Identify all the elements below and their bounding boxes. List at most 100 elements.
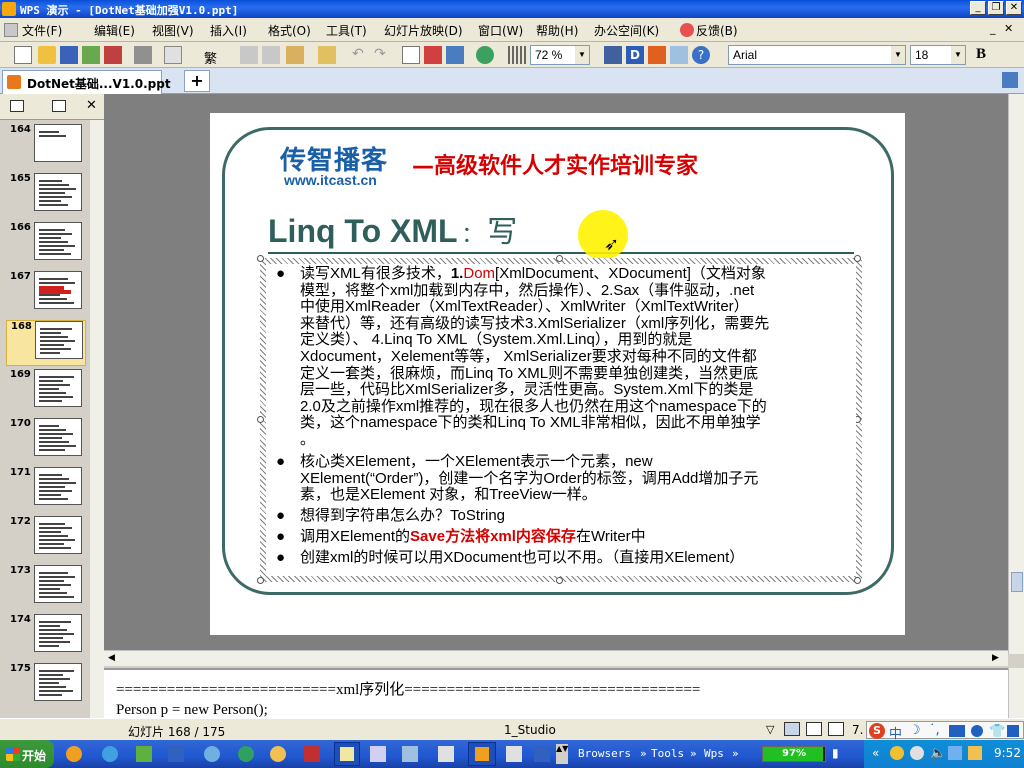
chevron-down-icon[interactable]: ▽ [766, 723, 774, 736]
taskbar-toolbar-wps[interactable]: Wps [704, 747, 724, 760]
slides-view-icon[interactable] [52, 100, 66, 112]
table-icon[interactable] [446, 46, 464, 64]
start-button[interactable]: 开始 [0, 740, 54, 768]
slide-thumbnail[interactable]: 168 [6, 320, 86, 366]
slide-thumbnail[interactable]: 173 [6, 565, 86, 611]
toolbar-scroll-icon[interactable]: ▲▼ [556, 744, 568, 764]
app-icon[interactable] [402, 746, 418, 762]
resize-handle[interactable] [556, 255, 563, 262]
chevron-right-icon[interactable]: » [690, 747, 697, 760]
resize-handle[interactable] [854, 577, 861, 584]
tray-app-icon[interactable] [890, 746, 904, 760]
punctuation-icon[interactable]: ˙, [929, 723, 940, 738]
tray-app-icon[interactable] [968, 746, 982, 760]
paste-icon[interactable] [286, 46, 304, 64]
app-icon[interactable] [506, 746, 522, 762]
menu-view[interactable]: 视图(V) [152, 22, 194, 39]
box-icon[interactable] [648, 46, 666, 64]
input-method-bar[interactable]: S 中 ☽ ˙, 👕 [866, 721, 1024, 742]
close-button[interactable]: ✕ [1006, 1, 1022, 15]
slide-thumbnail[interactable]: 175 [6, 663, 86, 709]
menu-tools[interactable]: 工具(T) [326, 22, 367, 39]
scroll-right-icon[interactable]: ▶ [992, 653, 999, 663]
resize-handle[interactable] [854, 255, 861, 262]
thumbnail-scrollbar[interactable] [90, 120, 104, 718]
slide-thumbnail[interactable]: 167 [6, 271, 86, 317]
print-preview-icon[interactable] [164, 46, 182, 64]
save-icon[interactable] [60, 46, 78, 64]
panel-toggle-icon[interactable] [1002, 72, 1018, 88]
grid-icon[interactable] [508, 46, 526, 64]
app-icon[interactable] [168, 746, 184, 762]
menu-help[interactable]: 帮助(H) [536, 22, 578, 39]
chevron-down-icon[interactable]: ▼ [891, 46, 905, 64]
tools-icon[interactable] [1007, 725, 1019, 737]
slide-thumbnail[interactable]: 166 [6, 222, 86, 268]
slide-thumbnail[interactable]: 174 [6, 614, 86, 660]
menu-feedback[interactable]: 反馈(B) [696, 22, 738, 39]
slide-text-box[interactable]: ● 读写XML有很多技术，1.Dom[XmlDocument、XDocument… [266, 264, 856, 576]
new-icon[interactable] [14, 46, 32, 64]
new-tab-button[interactable]: + [184, 70, 210, 92]
tray-app-icon[interactable] [910, 746, 924, 760]
doc-minimize-button[interactable]: _ [990, 22, 996, 35]
chevron-right-icon[interactable]: » [640, 747, 647, 760]
resize-handle[interactable] [556, 577, 563, 584]
scroll-left-icon[interactable]: ◀ [108, 653, 115, 663]
resize-handle[interactable] [257, 255, 264, 262]
redo-icon[interactable]: ↷ [374, 46, 386, 62]
moon-icon[interactable]: ☽ [909, 723, 921, 738]
copy-icon[interactable] [262, 46, 280, 64]
document-tab[interactable]: DotNet基础...V1.0.ppt [2, 70, 171, 94]
chevron-down-icon[interactable]: ▼ [951, 46, 965, 64]
outline-view-icon[interactable] [10, 100, 24, 112]
notes-scrollbar[interactable] [1008, 668, 1024, 718]
menu-slideshow[interactable]: 幻灯片放映(D) [384, 22, 463, 39]
scroll-thumb[interactable] [1011, 572, 1023, 592]
menu-window[interactable]: 窗口(W) [478, 22, 523, 39]
app-icon[interactable] [270, 746, 286, 762]
bold-button[interactable]: B [976, 46, 986, 63]
normal-view-icon[interactable] [784, 722, 800, 736]
shirt-icon[interactable]: 👕 [989, 724, 1005, 739]
minimize-button[interactable]: _ [970, 1, 986, 15]
shirt-icon[interactable] [670, 46, 688, 64]
ie-icon[interactable] [102, 746, 118, 762]
hyperlink-icon[interactable] [476, 46, 494, 64]
app-icon[interactable] [534, 746, 550, 762]
slideshow-view-icon[interactable] [828, 722, 844, 736]
font-size-select[interactable]: 18 ▼ [910, 45, 966, 65]
app-icon[interactable] [238, 746, 254, 762]
user-icon[interactable] [971, 725, 983, 737]
print-icon[interactable] [134, 46, 152, 64]
find-icon[interactable] [604, 46, 622, 64]
taskbar-toolbar-tools[interactable]: Tools [651, 747, 684, 760]
app-icon[interactable] [204, 746, 220, 762]
taskbar-toolbar-browsers[interactable]: Browsers [578, 747, 631, 760]
doc-close-button[interactable]: ✕ [1004, 22, 1013, 35]
keyboard-icon[interactable] [949, 725, 965, 737]
notes-pane[interactable]: ==========================xml序列化========… [104, 668, 1008, 718]
network-icon[interactable] [948, 746, 962, 760]
app-icon[interactable] [370, 746, 386, 762]
slide-thumbnail[interactable]: 171 [6, 467, 86, 513]
slide-thumbnail[interactable]: 172 [6, 516, 86, 562]
volume-icon[interactable]: 🔈 [930, 746, 946, 761]
quicklaunch-icon[interactable] [66, 746, 82, 762]
cut-icon[interactable] [240, 46, 258, 64]
slide-thumbnail[interactable]: 170 [6, 418, 86, 464]
doc-icon[interactable]: D [626, 46, 644, 64]
app-icon[interactable] [304, 746, 320, 762]
menu-insert[interactable]: 插入(I) [210, 22, 247, 39]
sorter-view-icon[interactable] [806, 722, 822, 736]
help-icon[interactable]: ? [692, 46, 710, 64]
taskbar-task[interactable] [334, 742, 360, 766]
close-panel-icon[interactable]: ✕ [86, 98, 97, 113]
zoom-select[interactable]: 72 % ▼ [530, 45, 590, 65]
slide-thumbnail[interactable]: 169 [6, 369, 86, 415]
maximize-button[interactable]: ❐ [988, 1, 1004, 15]
menu-file[interactable]: 文件(F) [22, 22, 62, 39]
format-painter-icon[interactable] [318, 46, 336, 64]
traditional-chinese-button[interactable]: 繁 [204, 48, 217, 67]
chevron-down-icon[interactable]: ▼ [575, 46, 589, 64]
